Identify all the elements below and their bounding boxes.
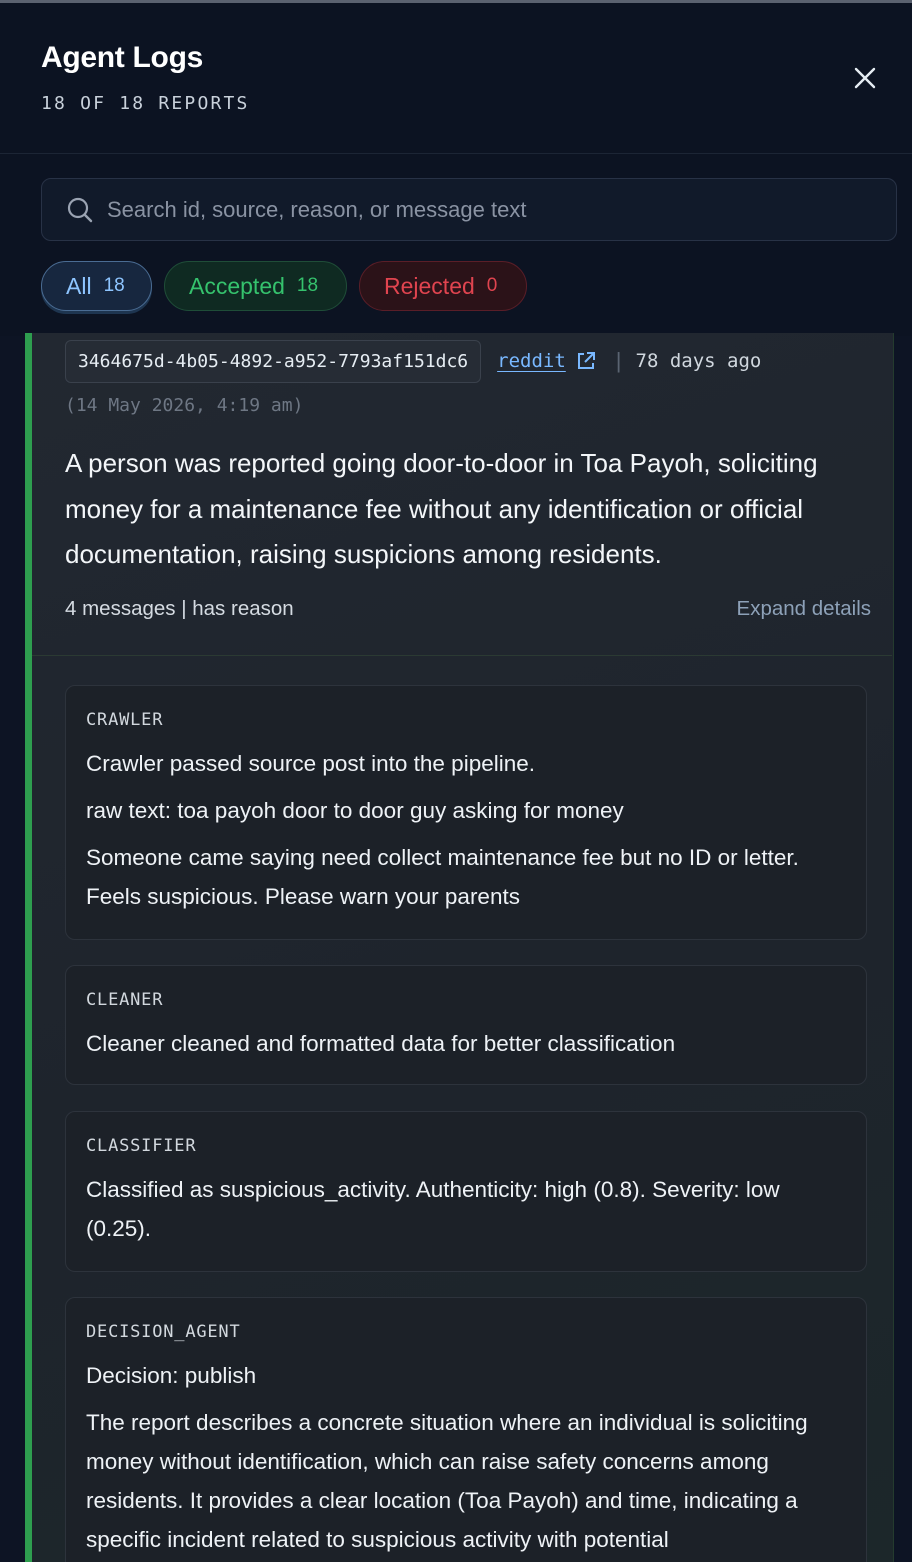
- message-line: raw text: toa payoh door to door guy ask…: [86, 798, 624, 823]
- filter-chip-all[interactable]: All 18: [41, 261, 152, 311]
- card-divider: [32, 655, 892, 656]
- expand-details-button[interactable]: Expand details: [737, 597, 871, 621]
- message-line: Crawler passed source post into the pipe…: [86, 751, 536, 776]
- message-line: Decision: publish: [86, 1363, 257, 1388]
- filter-chip-accepted[interactable]: Accepted 18: [164, 261, 347, 311]
- panel-header: Agent Logs 18 OF 18 REPORTS: [0, 3, 912, 154]
- filter-chip-label: All: [66, 272, 92, 299]
- external-link-icon: [576, 351, 596, 371]
- message-line: Someone came saying need collect mainten…: [86, 845, 799, 909]
- message-count: 4 messages | has reason: [65, 597, 294, 620]
- message-line: Classified as suspicious_activity. Authe…: [86, 1177, 780, 1241]
- message-decision-agent: DECISION_AGENT Decision: publish The rep…: [65, 1297, 867, 1562]
- report-meta: 3464675d-4b05-4892-a952-7793af151dc6 red…: [65, 339, 761, 383]
- report-info-row: 4 messages | has reason Expand details: [65, 597, 871, 621]
- report-age: 78 days ago: [635, 350, 762, 372]
- message-classifier: CLASSIFIER Classified as suspicious_acti…: [65, 1111, 867, 1272]
- message-role: CLEANER: [86, 990, 164, 1010]
- report-card: 3464675d-4b05-4892-a952-7793af151dc6 red…: [25, 333, 894, 1562]
- filter-chip-rejected[interactable]: Rejected 0: [359, 261, 527, 311]
- search-input[interactable]: [107, 179, 896, 240]
- message-role: DECISION_AGENT: [86, 1322, 241, 1342]
- message-line: Cleaner cleaned and formatted data for b…: [86, 1031, 676, 1056]
- filter-chip-count: 18: [103, 275, 125, 296]
- search-icon: [66, 196, 94, 224]
- close-button[interactable]: [846, 61, 884, 99]
- report-datetime: (14 May 2026, 4:19 am): [65, 395, 304, 416]
- message-line: The report describes a concrete situatio…: [86, 1410, 808, 1552]
- message-crawler: CRAWLER Crawler passed source post into …: [65, 685, 867, 940]
- search-box: [41, 178, 897, 241]
- close-icon: [854, 67, 876, 94]
- message-role: CRAWLER: [86, 710, 164, 730]
- report-count: 18 OF 18 REPORTS: [41, 93, 250, 114]
- filter-chip-count: 0: [486, 275, 498, 296]
- message-cleaner: CLEANER Cleaner cleaned and formatted da…: [65, 965, 867, 1085]
- report-id[interactable]: 3464675d-4b05-4892-a952-7793af151dc6: [65, 339, 482, 383]
- meta-separator: |: [615, 348, 622, 373]
- filter-chip-label: Accepted: [189, 272, 285, 299]
- source-link[interactable]: reddit: [497, 350, 596, 372]
- filter-chip-count: 18: [296, 275, 319, 296]
- report-summary: A person was reported going door-to-door…: [65, 448, 818, 569]
- filter-chip-label: Rejected: [384, 272, 475, 299]
- message-role: CLASSIFIER: [86, 1136, 197, 1156]
- source-label: reddit: [497, 350, 566, 372]
- filter-area: All 18 Accepted 18 Rejected 0: [0, 154, 912, 336]
- agent-logs-panel: Agent Logs 18 OF 18 REPORTS All 18 Accep…: [0, 3, 912, 1562]
- page-title: Agent Logs: [41, 41, 203, 74]
